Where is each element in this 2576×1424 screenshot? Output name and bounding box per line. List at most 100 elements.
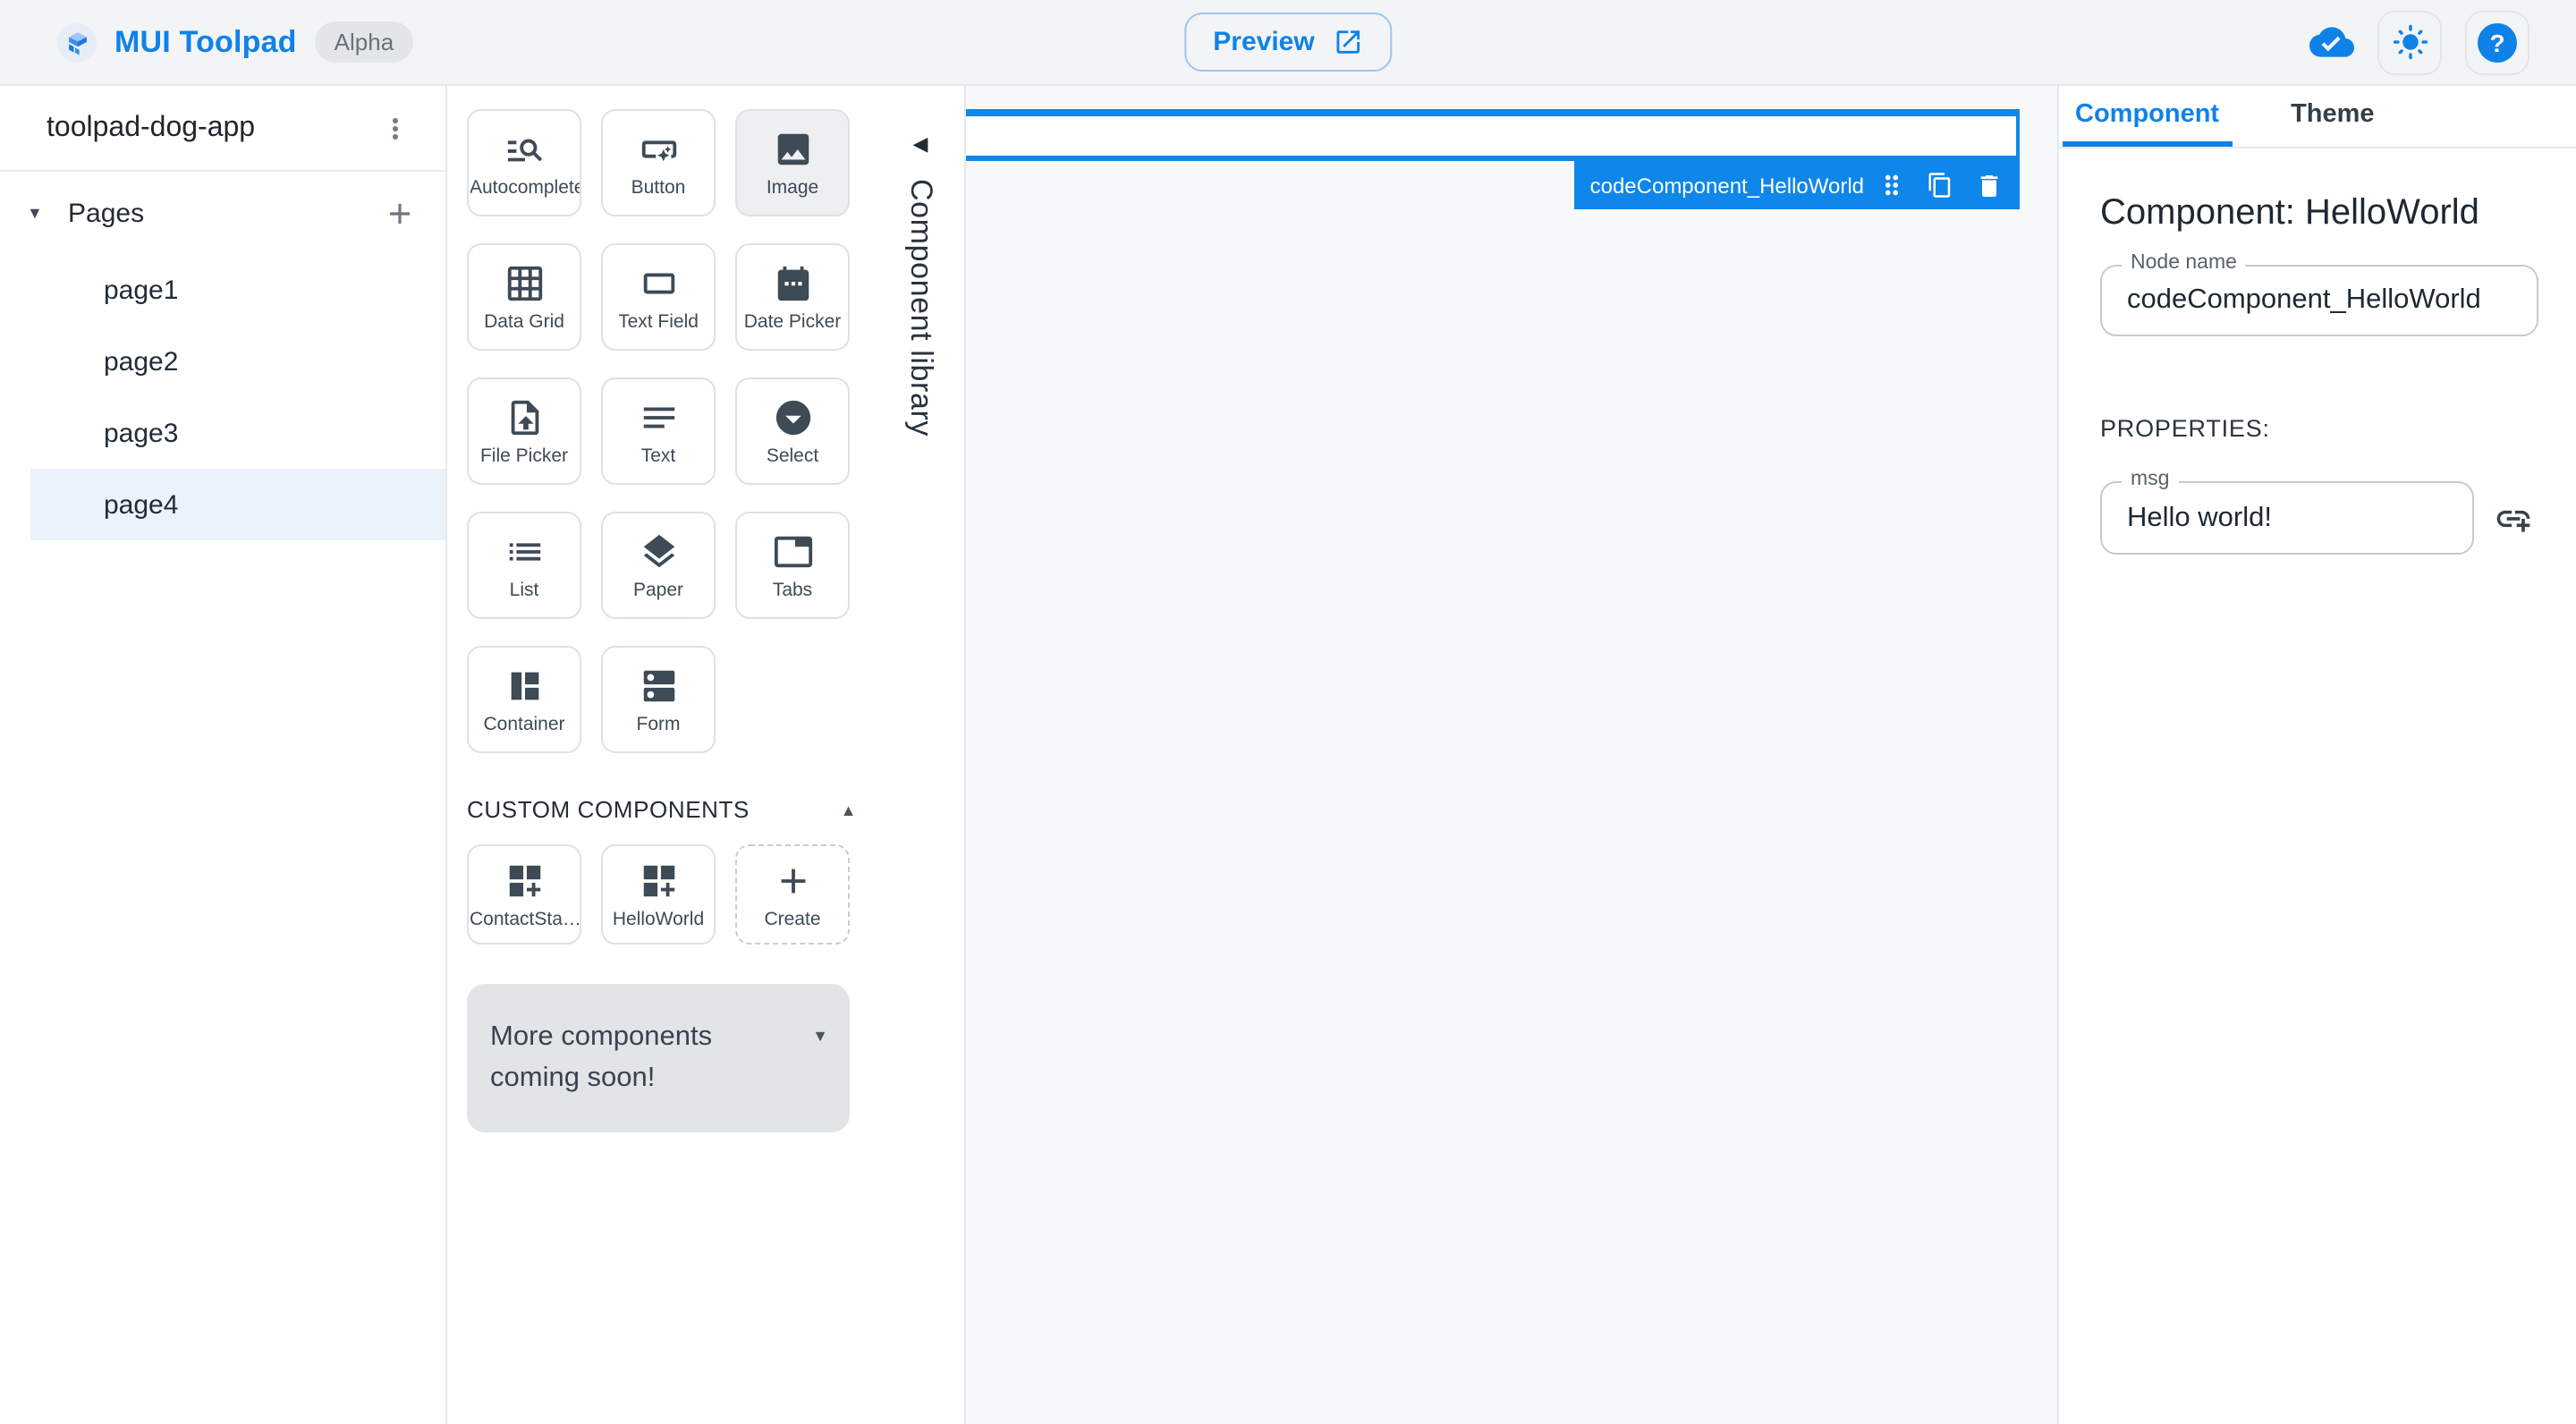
top-app-bar: MUI Toolpad Alpha Preview	[0, 0, 2576, 86]
collapse-up-icon[interactable]	[841, 801, 857, 818]
component-tile-label: Text	[640, 445, 676, 466]
component-tile[interactable]: Container	[467, 646, 581, 753]
project-menu-button[interactable]	[376, 108, 415, 148]
component-tile-label: Select	[766, 445, 819, 466]
custom-component-grid: ContactSta… HelloWorld Create	[467, 844, 877, 945]
selected-node-name: codeComponent_HelloWorld	[1589, 173, 1864, 198]
project-name: toolpad-dog-app	[47, 112, 256, 142]
sidebar-page-item[interactable]: page2	[0, 326, 445, 397]
node-name-field-label: Node name	[2122, 252, 2246, 274]
component-tile-label: Data Grid	[484, 310, 564, 332]
topbar-actions	[2309, 10, 2529, 74]
bind-property-button[interactable]	[2494, 498, 2533, 538]
plus-icon	[389, 202, 411, 224]
tab-theme[interactable]: Theme	[2278, 86, 2387, 147]
component-tile-label: Paper	[632, 579, 684, 600]
component-tile-label: Date Picker	[743, 310, 842, 332]
inspector-panel: Component Theme Component: HelloWorld No…	[2057, 86, 2576, 1424]
theme-toggle-button[interactable]	[2377, 10, 2442, 74]
component-tile[interactable]: Form	[601, 646, 716, 753]
preview-button-label: Preview	[1213, 27, 1315, 57]
copy-icon	[1928, 173, 1951, 198]
help-button[interactable]	[2465, 10, 2529, 74]
pages-section-header[interactable]: Pages	[0, 172, 445, 254]
custom-component-icon	[638, 860, 679, 901]
component-tile-label: List	[509, 579, 539, 600]
property-fields: msg Hello world!	[2100, 469, 2537, 555]
selected-component-outline[interactable]	[966, 109, 2020, 161]
inspector-heading: Component: HelloWorld	[2100, 193, 2479, 233]
cloud-done-icon	[2309, 27, 2354, 57]
collapse-caret-icon[interactable]	[27, 203, 50, 223]
library-rail: Component library	[877, 86, 966, 1424]
tabs-icon	[772, 530, 813, 572]
component-tile[interactable]: Autocomplete	[467, 109, 581, 216]
tab-component[interactable]: Component	[2063, 86, 2233, 147]
add-link-icon	[2496, 509, 2530, 531]
component-tile-label: Text Field	[618, 310, 699, 332]
component-tile[interactable]: List	[467, 512, 581, 619]
component-tile[interactable]: Data Grid	[467, 243, 581, 351]
component-tile[interactable]: Image	[735, 109, 850, 216]
text-field-icon	[638, 262, 679, 303]
component-tile-label: Form	[636, 713, 681, 734]
autocomplete-icon	[504, 128, 545, 169]
component-library-panel: Autocomplete Button Image Data Grid Text…	[447, 86, 877, 1424]
component-tile[interactable]: Select	[735, 377, 850, 485]
component-tile-label: Container	[483, 713, 565, 734]
component-tile[interactable]: Paper	[601, 512, 716, 619]
file-picker-icon	[504, 396, 545, 437]
container-icon	[504, 665, 545, 706]
property-input[interactable]: msg Hello world!	[2100, 469, 2474, 555]
component-tile[interactable]: Date Picker	[735, 243, 850, 351]
component-tile[interactable]: Text Field	[601, 243, 716, 351]
custom-component-tile[interactable]: ContactSta…	[467, 844, 581, 945]
custom-component-icon	[504, 860, 545, 901]
sidebar-page-item[interactable]: page3	[0, 397, 445, 469]
brand-group: MUI Toolpad Alpha	[57, 21, 414, 63]
pages-section-label: Pages	[68, 198, 145, 228]
add-page-button[interactable]	[383, 196, 417, 230]
form-icon	[638, 665, 679, 706]
collapse-library-button[interactable]	[913, 132, 928, 156]
sidebar-page-item[interactable]: page1	[0, 254, 445, 326]
inspector-content: Component: HelloWorld Node name codeComp…	[2059, 193, 2576, 555]
explorer-sidebar: toolpad-dog-app Pages page1page2pa	[0, 86, 447, 1424]
select-icon	[772, 396, 813, 437]
home-link[interactable]	[57, 22, 97, 62]
alpha-badge: Alpha	[314, 21, 414, 63]
component-tile[interactable]: Button	[601, 109, 716, 216]
image-icon	[772, 128, 813, 169]
pages-list: page1 page2 page3 page4	[0, 254, 445, 540]
component-tile[interactable]: Text	[601, 377, 716, 485]
preview-button[interactable]: Preview	[1184, 13, 1392, 72]
text-icon	[638, 396, 679, 437]
component-tile[interactable]: File Picker	[467, 377, 581, 485]
selected-node-toolbar: codeComponent_HelloWorld	[1573, 161, 2020, 209]
custom-components-label: CUSTOM COMPONENTS	[467, 796, 750, 823]
component-tile-label: ContactSta…	[470, 908, 579, 929]
custom-component-tile[interactable]: Create	[735, 844, 850, 945]
mui-toolpad-window: MUI Toolpad Alpha Preview ? toolpad-dog-…	[0, 0, 2576, 1424]
inspector-tabs: Component Theme	[2059, 86, 2576, 148]
page-canvas[interactable]: codeComponent_HelloWorld	[966, 86, 2057, 1424]
mui-logo-icon	[68, 32, 86, 55]
delete-node-button[interactable]	[1975, 171, 2004, 199]
sidebar-page-item[interactable]: page4	[0, 469, 445, 540]
more-components-banner[interactable]: More components coming soon!	[467, 984, 850, 1132]
node-name-field-value: codeComponent_HelloWorld	[2127, 284, 2481, 315]
custom-components-header: CUSTOM COMPONENTS	[467, 796, 877, 823]
component-tile-label: Image	[766, 176, 819, 198]
expand-down-icon	[812, 1027, 828, 1099]
component-grid: Autocomplete Button Image Data Grid Text…	[467, 109, 877, 753]
component-tile[interactable]: Tabs	[735, 512, 850, 619]
custom-component-tile[interactable]: HelloWorld	[601, 844, 716, 945]
open-in-new-icon	[1335, 30, 1360, 54]
duplicate-node-button[interactable]	[1927, 172, 1953, 199]
node-name-field[interactable]: Node name codeComponent_HelloWorld	[2100, 252, 2538, 336]
drag-handle[interactable]	[1877, 170, 1907, 200]
button-icon	[638, 128, 679, 169]
component-tile-label: Button	[631, 176, 686, 198]
light-mode-icon	[2392, 24, 2428, 60]
component-tile-label: Create	[764, 908, 821, 929]
